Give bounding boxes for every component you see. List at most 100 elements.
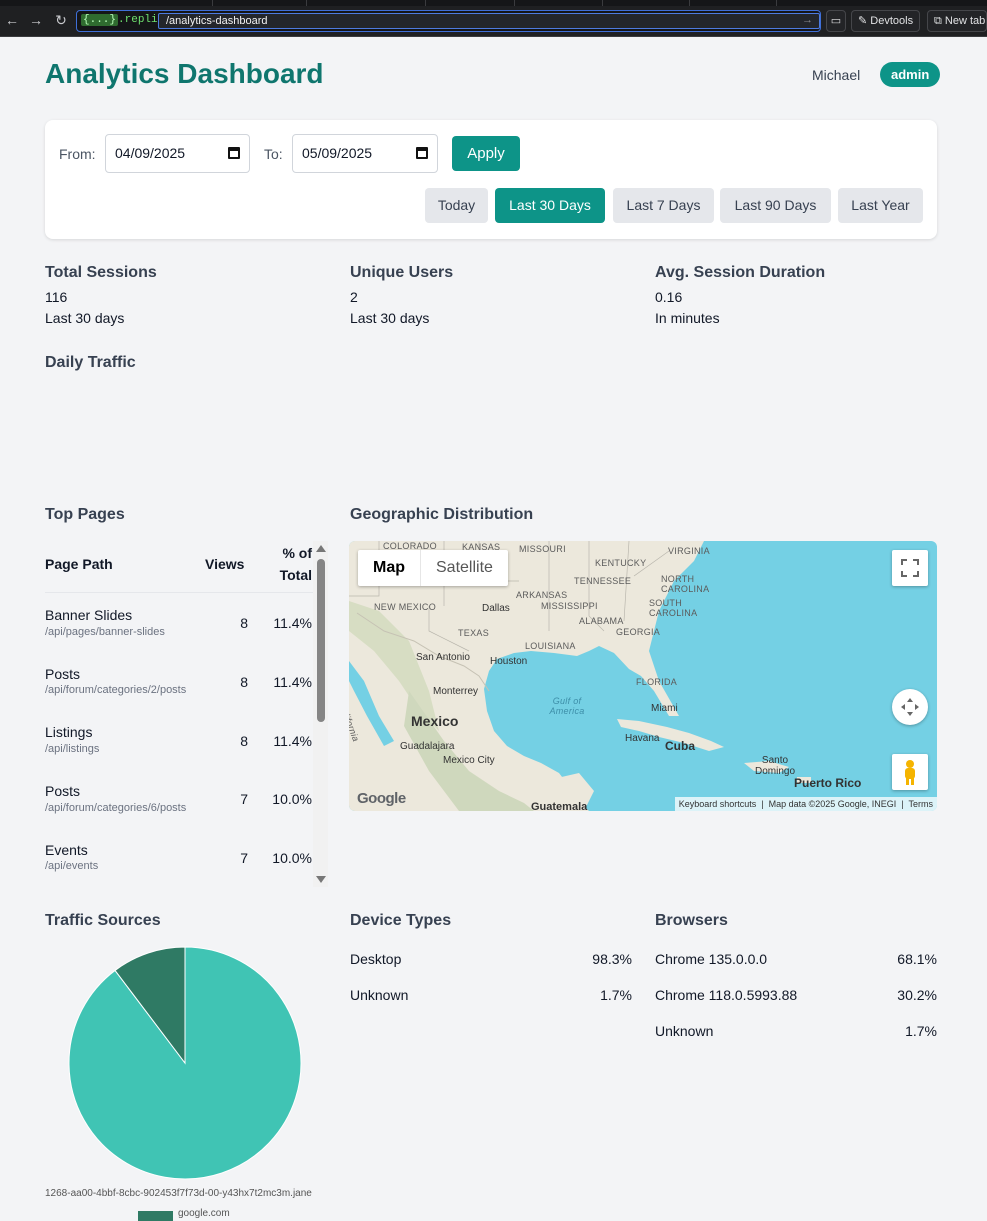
stat-value-unique-users: 2: [350, 289, 358, 305]
legend-swatch-google: [138, 1211, 173, 1221]
page-views: 8: [240, 733, 248, 749]
browser-pct: 30.2%: [897, 987, 937, 1003]
page-pct: 11.4%: [273, 615, 312, 631]
geo-map[interactable]: COLORADO KANSAS MISSOURI KENTUCKY VIRGIN…: [349, 541, 937, 811]
device-pct: 98.3%: [592, 951, 632, 967]
country-label: Puerto Rico: [794, 776, 862, 790]
from-date-input[interactable]: 04/09/2025: [105, 134, 250, 173]
page-name: Posts: [45, 666, 81, 682]
terms-link[interactable]: Terms: [909, 799, 934, 809]
calendar-icon[interactable]: [416, 147, 428, 159]
map-label: GEORGIA: [616, 627, 661, 637]
pegman-icon: [905, 760, 915, 785]
map-data-attribution: Map data ©2025 Google, INEGI: [768, 799, 897, 809]
city-label: Houston: [490, 656, 528, 667]
device-pct: 1.7%: [600, 987, 632, 1003]
col-header-pct-line2: Total: [279, 567, 312, 583]
page-path: /api/pages/banner-slides: [45, 626, 165, 638]
fullscreen-button[interactable]: [892, 550, 928, 586]
page-pct: 10.0%: [272, 791, 312, 807]
stat-value-total-sessions: 116: [45, 289, 68, 305]
stat-title-unique-users: Unique Users: [350, 264, 454, 281]
country-label: Mexico: [411, 713, 459, 729]
camera-control-button[interactable]: [892, 689, 928, 725]
city-label: Santo Domingo: [754, 755, 796, 777]
to-label: To:: [264, 146, 283, 162]
stat-sub-avg-session: In minutes: [655, 310, 720, 326]
browsers-title: Browsers: [655, 912, 728, 929]
top-pages-table[interactable]: Page Path Views % of Total Banner Slides…: [45, 541, 328, 887]
range-last-7-days-button[interactable]: Last 7 Days: [613, 188, 714, 223]
page-pct: 11.4%: [273, 674, 312, 690]
page-path: /api/forum/categories/2/posts: [45, 684, 187, 696]
scroll-down-arrow-icon[interactable]: [316, 876, 326, 883]
col-header-page-path: Page Path: [45, 556, 113, 572]
stat-value-avg-session: 0.16: [655, 289, 683, 305]
stat-sub-unique-users: Last 30 days: [350, 310, 430, 326]
legend-item-label: 1268-aa00-4bbf-8cbc-902453f7f73d-00-y43h…: [45, 1188, 312, 1199]
col-header-pct-line1: % of: [282, 545, 312, 561]
page-name: Banner Slides: [45, 607, 133, 623]
page-path: /api/listings: [45, 743, 100, 755]
pegman-button[interactable]: [892, 754, 928, 790]
apply-button[interactable]: Apply: [452, 136, 520, 171]
map-label: LOUISIANA: [525, 641, 576, 651]
role-badge: admin: [880, 62, 941, 87]
sea-label: Gulf of America: [549, 696, 585, 716]
traffic-sources-pie: [68, 946, 302, 1180]
page-title: Analytics Dashboard: [45, 58, 324, 89]
city-label: Guadalajara: [400, 741, 455, 752]
range-today-button[interactable]: Today: [425, 188, 488, 223]
map-tab[interactable]: Map: [358, 550, 421, 586]
from-label: From:: [59, 146, 96, 162]
map-type-toggle[interactable]: Map Satellite: [358, 550, 508, 586]
map-label: MISSISSIPPI: [541, 601, 598, 611]
browser-name: Chrome 118.0.5993.88: [655, 987, 798, 1003]
city-label: Miami: [651, 703, 678, 714]
city-label: Dallas: [482, 603, 510, 614]
range-last-90-days-button[interactable]: Last 90 Days: [720, 188, 831, 223]
col-header-views: Views: [205, 556, 245, 572]
satellite-tab[interactable]: Satellite: [421, 550, 508, 586]
page-views: 8: [240, 615, 248, 631]
camera-control-icon: [901, 698, 919, 716]
from-date-value: 04/09/2025: [115, 145, 186, 161]
map-label: SOUTH CAROLINA: [649, 598, 698, 618]
page-views: 7: [240, 791, 248, 807]
map-label: FLORIDA: [636, 677, 678, 687]
dashboard-page: Analytics Dashboard Michael admin From: …: [0, 0, 987, 1221]
page-name: Listings: [45, 724, 93, 740]
browser-name: Chrome 135.0.0.0: [655, 951, 768, 967]
scroll-thumb[interactable]: [317, 559, 325, 722]
calendar-icon[interactable]: [228, 147, 240, 159]
city-label: Havana: [625, 733, 660, 744]
fullscreen-icon: [901, 559, 919, 577]
map-label: NORTH CAROLINA: [661, 574, 710, 594]
browser-pct: 68.1%: [897, 951, 937, 967]
user-name: Michael: [812, 67, 861, 83]
stat-sub-total-sessions: Last 30 days: [45, 310, 125, 326]
map-label: ALABAMA: [579, 616, 624, 626]
city-label: Monterrey: [433, 686, 479, 697]
city-label: Mexico City: [443, 755, 495, 766]
map-label: KENTUCKY: [595, 558, 647, 568]
top-pages-title: Top Pages: [45, 506, 125, 523]
page-views: 8: [240, 674, 248, 690]
page-path: /api/events: [45, 860, 99, 872]
to-date-input[interactable]: 05/09/2025: [292, 134, 438, 173]
traffic-sources-title: Traffic Sources: [45, 912, 161, 929]
scroll-up-arrow-icon[interactable]: [316, 545, 326, 552]
range-last-year-button[interactable]: Last Year: [838, 188, 923, 223]
daily-traffic-title: Daily Traffic: [45, 354, 136, 371]
map-footer: Keyboard shortcuts | Map data ©2025 Goog…: [674, 797, 937, 811]
header-divider: [45, 592, 313, 593]
map-label: ARKANSAS: [516, 590, 568, 600]
legend-item-label: google.com: [178, 1208, 230, 1219]
map-label: VIRGINIA: [668, 546, 710, 556]
keyboard-shortcuts-link[interactable]: Keyboard shortcuts: [679, 799, 757, 809]
google-logo: Google: [357, 790, 406, 807]
map-label: TEXAS: [458, 628, 490, 638]
city-label: San Antonio: [416, 652, 470, 663]
range-last-30-days-button[interactable]: Last 30 Days: [495, 188, 605, 223]
top-pages-scrollbar[interactable]: [313, 541, 328, 887]
